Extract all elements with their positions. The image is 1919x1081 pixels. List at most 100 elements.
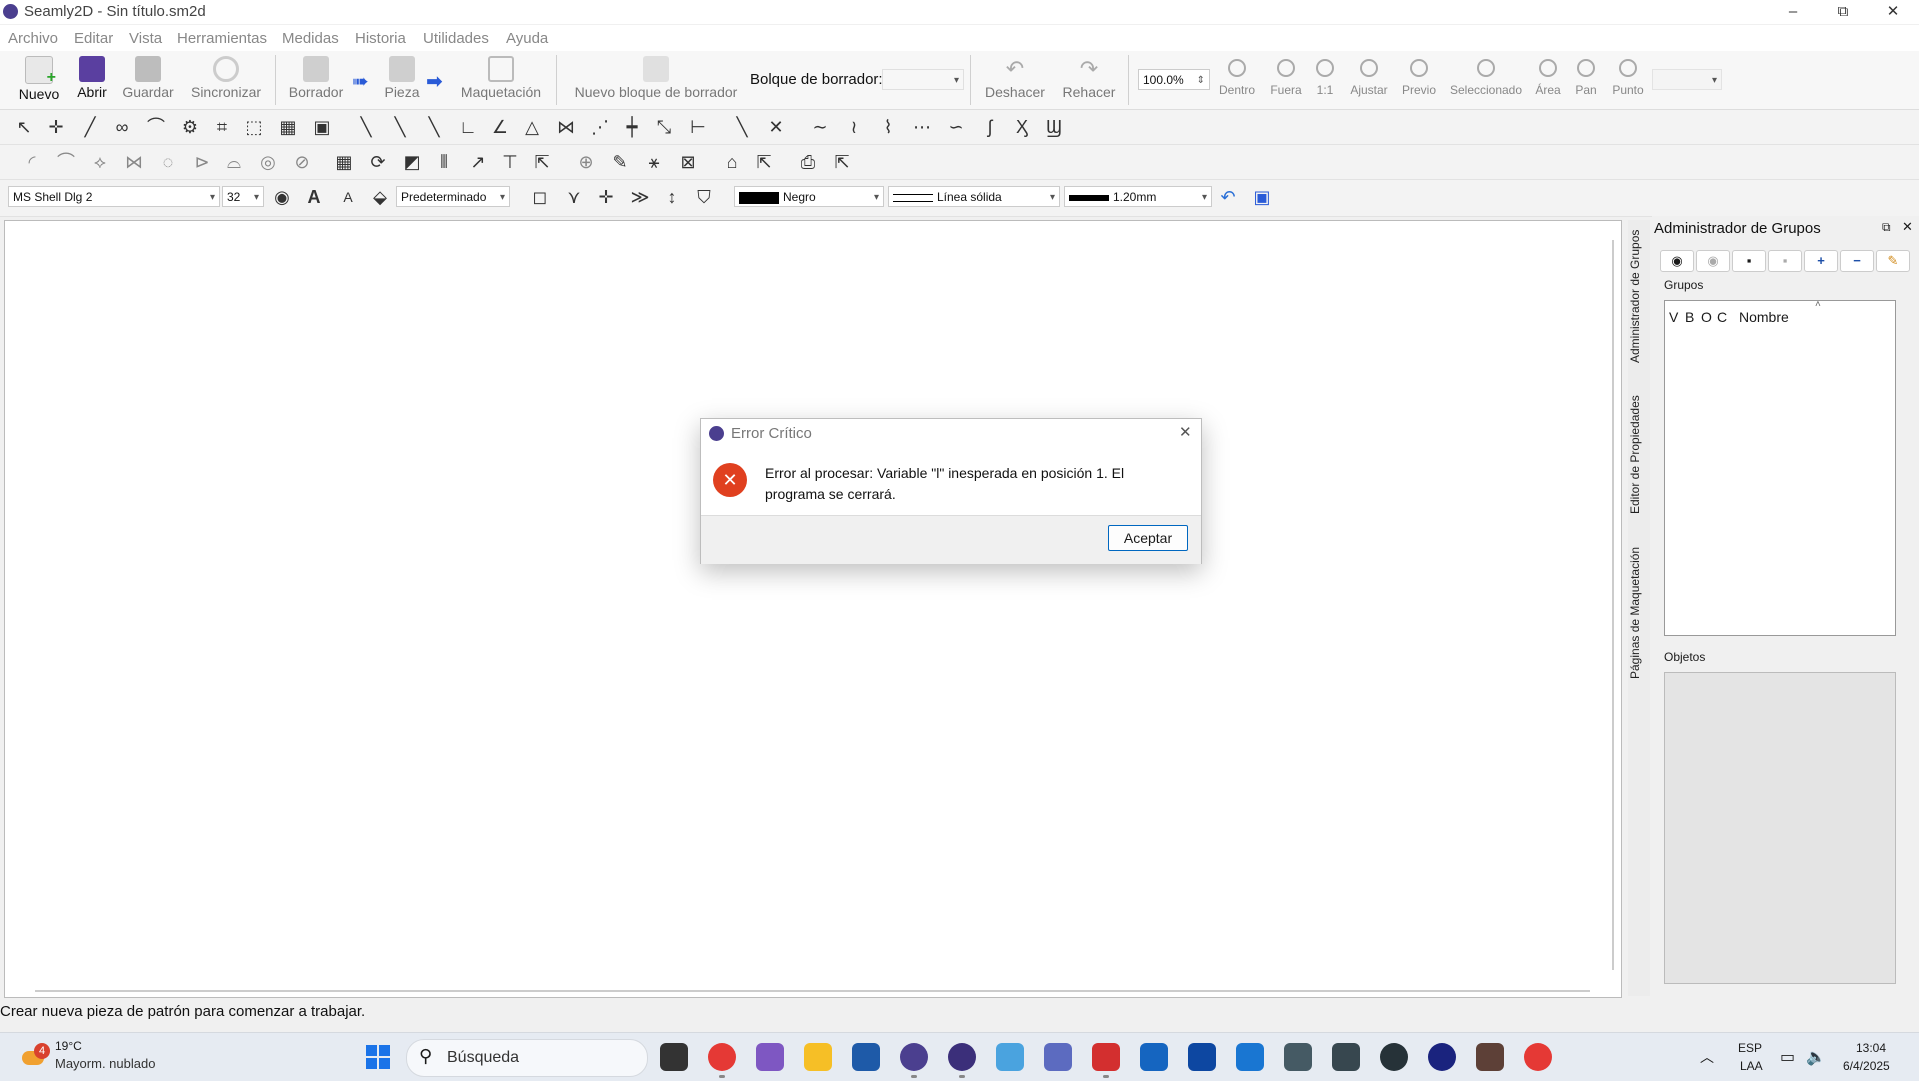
font-size-select[interactable]: 32 ▾: [222, 186, 264, 207]
layout-settings-icon[interactable]: ⌂: [720, 151, 744, 173]
zoom-previous-button[interactable]: Previo: [1398, 55, 1440, 105]
circle-intersect-icon[interactable]: ◌: [156, 151, 180, 173]
select-arrow-icon[interactable]: ↖: [12, 116, 36, 138]
spline-tool-icon[interactable]: ∼: [808, 116, 832, 138]
close-panel-icon[interactable]: ✕: [1902, 219, 1913, 235]
redo-button[interactable]: ↷ Rehacer: [1058, 51, 1120, 109]
font-smaller-icon[interactable]: A: [336, 186, 360, 208]
intersect-tool-icon[interactable]: ⋈: [554, 116, 578, 138]
store-icon[interactable]: [852, 1043, 880, 1071]
tag-icon[interactable]: ⛉: [692, 186, 716, 208]
font-bigger-icon[interactable]: A: [302, 186, 326, 208]
arc-cut-icon[interactable]: ⟡: [88, 151, 112, 173]
zoom-select[interactable]: ▾: [1652, 69, 1722, 90]
menu-utilidades[interactable]: Utilidades: [423, 30, 489, 47]
clock-date[interactable]: 6/4/2025: [1843, 1059, 1890, 1073]
line-bisector-icon[interactable]: ╲: [422, 116, 446, 138]
layout-export-icon[interactable]: ⇱: [752, 151, 776, 173]
undo-button[interactable]: ↶ Deshacer: [980, 51, 1050, 109]
zoom-out-button[interactable]: Fuera: [1264, 55, 1308, 105]
mirror-icon[interactable]: ⫴: [432, 151, 456, 173]
volume-icon[interactable]: 🔈: [1806, 1047, 1826, 1067]
draft-mode-button[interactable]: Borrador: [286, 51, 346, 109]
chevron-up-icon[interactable]: ︿: [1700, 1047, 1714, 1067]
pan-button[interactable]: Pan: [1570, 55, 1602, 105]
file-explorer-icon[interactable]: [804, 1043, 832, 1071]
menu-herramientas[interactable]: Herramientas: [177, 30, 267, 47]
tab-property-editor[interactable]: Editor de Propiedades: [1628, 390, 1650, 520]
zoom-original-button[interactable]: 1:1: [1312, 55, 1338, 105]
maximize-button[interactable]: ⧉: [1820, 0, 1866, 24]
zoom-selected-button[interactable]: Seleccionado: [1446, 55, 1526, 105]
export-layout-icon[interactable]: ⇱: [830, 151, 854, 173]
menu-ayuda[interactable]: Ayuda: [506, 30, 548, 47]
vertical-arrow-icon[interactable]: ↕: [660, 186, 684, 208]
keyboard-layout[interactable]: LAA: [1740, 1059, 1763, 1073]
notes-app-icon[interactable]: [1476, 1043, 1504, 1071]
draft-block-select[interactable]: ▾: [882, 69, 964, 90]
internal-path-icon[interactable]: ⚹: [642, 151, 666, 173]
piece-add-icon[interactable]: ⊕: [574, 151, 598, 173]
line-segment-icon[interactable]: ╲: [354, 116, 378, 138]
piece-mode-button[interactable]: Pieza: [382, 51, 422, 109]
add-group-button[interactable]: +: [1804, 250, 1838, 272]
tangent-tool-icon[interactable]: ⊳: [190, 151, 214, 173]
group-tool-icon[interactable]: ▦: [276, 116, 300, 138]
taskbar-search[interactable]: ⚲ Búsqueda: [406, 1039, 648, 1077]
tab-group-manager[interactable]: Administrador de Grupos: [1628, 226, 1650, 366]
network-app-icon[interactable]: [996, 1043, 1024, 1071]
arc-point-icon[interactable]: ⌓: [222, 151, 246, 173]
sync-button[interactable]: Sincronizar: [190, 51, 262, 109]
circle-tangent-icon[interactable]: ◎: [256, 151, 280, 173]
arc-intersect-icon[interactable]: ⋈: [122, 151, 146, 173]
true-dart-icon[interactable]: ⊤: [498, 151, 522, 173]
chrome-icon[interactable]: [708, 1043, 736, 1071]
seamly-me-icon[interactable]: [948, 1043, 976, 1071]
text-style-select[interactable]: Predeterminado ▾: [396, 186, 510, 207]
column-c[interactable]: C: [1717, 309, 1727, 325]
curve-tool-icon[interactable]: ∞: [110, 116, 134, 138]
close-window-button[interactable]: ✕: [1870, 0, 1916, 24]
menu-archivo[interactable]: Archivo: [8, 30, 58, 47]
camera-app-icon[interactable]: [1380, 1043, 1408, 1071]
remote-desktop-icon[interactable]: [1188, 1043, 1216, 1071]
menu-medidas[interactable]: Medidas: [282, 30, 339, 47]
zoom-fit-button[interactable]: Ajustar: [1344, 55, 1394, 105]
column-o[interactable]: O: [1701, 309, 1712, 325]
gear-icon[interactable]: ⚙: [178, 116, 202, 138]
curve-intersect-icon[interactable]: Ӽ: [1010, 116, 1034, 138]
arc-tool-icon[interactable]: ⌒: [144, 116, 168, 138]
anchor-point-icon[interactable]: ✎: [608, 151, 632, 173]
start-icon[interactable]: [366, 1045, 390, 1069]
horizontal-scrollbar[interactable]: [35, 990, 1590, 992]
minimize-button[interactable]: –: [1770, 0, 1816, 24]
crop-tool-icon[interactable]: ⌗: [210, 116, 234, 138]
paint-bucket-icon[interactable]: ⬙: [368, 186, 392, 208]
ellipse-icon[interactable]: ⊘: [290, 151, 314, 173]
browser-app-icon[interactable]: [1428, 1043, 1456, 1071]
point-tool-icon[interactable]: ✛: [44, 116, 68, 138]
flip-diagonal-icon[interactable]: ◩: [400, 151, 424, 173]
security-icon[interactable]: [1140, 1043, 1168, 1071]
reset-undo-icon[interactable]: ↶: [1216, 186, 1240, 208]
photos-icon[interactable]: [1044, 1043, 1072, 1071]
seamly-taskbar-icon[interactable]: [900, 1043, 928, 1071]
wps-office-icon[interactable]: [1524, 1043, 1552, 1071]
ok-button[interactable]: Aceptar: [1108, 525, 1188, 551]
cubic-bezier-icon[interactable]: ⌇: [876, 116, 900, 138]
column-v[interactable]: V: [1669, 309, 1678, 325]
graduation-app-icon[interactable]: [1332, 1043, 1360, 1071]
arc-tool-icon[interactable]: ◜: [20, 151, 44, 173]
line-type-select[interactable]: Línea sólida ▾: [888, 186, 1060, 207]
curve-point-icon[interactable]: ∽: [944, 116, 968, 138]
color-select[interactable]: Negro ▾: [734, 186, 884, 207]
remove-group-button[interactable]: −: [1840, 250, 1874, 272]
column-b[interactable]: B: [1685, 309, 1694, 325]
spline-path-icon[interactable]: ≀: [842, 116, 866, 138]
rotate-icon[interactable]: ⟳: [366, 151, 390, 173]
zoom-point-button[interactable]: Punto: [1608, 55, 1648, 105]
show-groups-button[interactable]: ◉: [1660, 250, 1694, 272]
menu-editar[interactable]: Editar: [74, 30, 113, 47]
column-nombre[interactable]: Nombre: [1739, 309, 1789, 325]
dialog-close-button[interactable]: ✕: [1179, 423, 1192, 441]
